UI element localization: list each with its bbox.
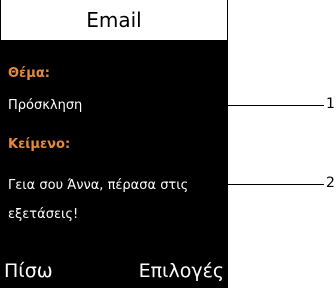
body-label: Κείμενο: xyxy=(8,137,71,152)
body-text-line2[interactable]: εξετάσεις! xyxy=(8,201,78,229)
options-softkey[interactable]: Επιλογές xyxy=(139,260,224,282)
callout-number-1: 1 xyxy=(326,96,335,112)
subject-label: Θέμα: xyxy=(8,66,50,81)
body-text-line1[interactable]: Γεια σου Άννα, πέρασα στις xyxy=(8,172,188,200)
phone-display: Email Θέμα: Πρόσκληση Κείμενο: Γεια σου … xyxy=(0,0,228,288)
back-softkey[interactable]: Πίσω xyxy=(4,260,53,282)
callout-number-2: 2 xyxy=(326,175,335,191)
screen-title: Email xyxy=(86,8,142,32)
subject-value[interactable]: Πρόσκληση xyxy=(8,92,82,120)
title-bar: Email xyxy=(0,0,228,40)
callout-line-2 xyxy=(228,184,324,185)
softkey-bar: Πίσω Επιλογές xyxy=(0,248,228,288)
callout-line-1 xyxy=(228,105,324,106)
